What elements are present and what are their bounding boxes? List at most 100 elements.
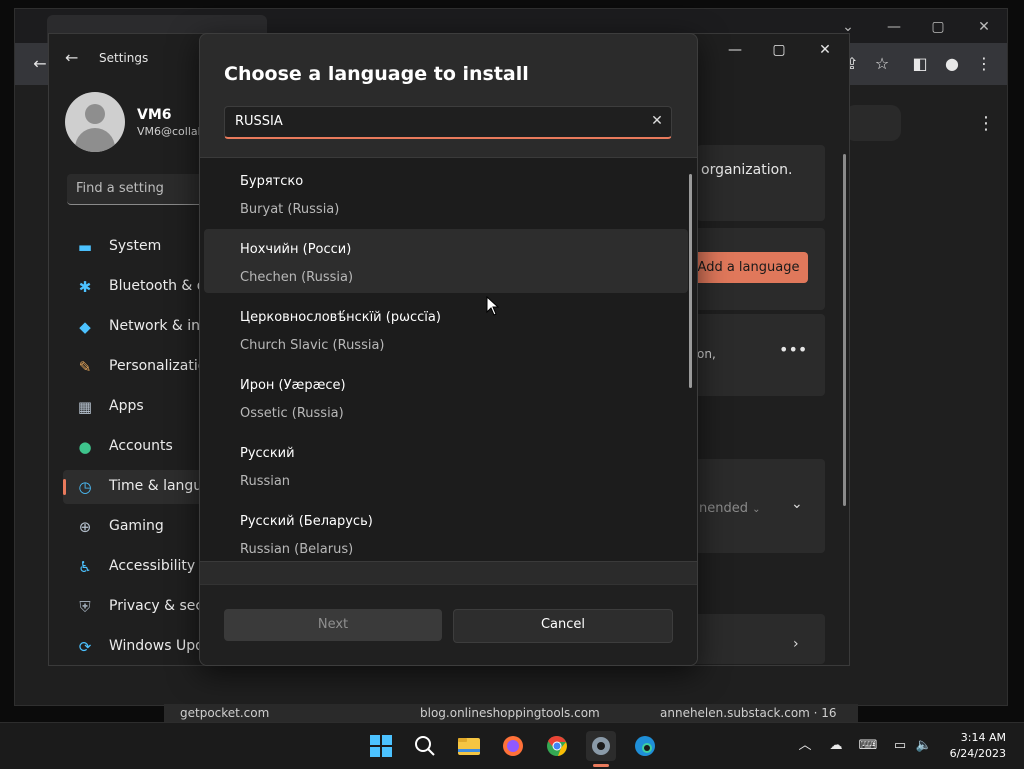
org-text: organization. <box>701 162 793 178</box>
list-item[interactable]: Русский (Беларусь) Russian (Belarus) <box>204 501 688 561</box>
sidebar-item-privacy[interactable]: ⛨ Privacy & secu <box>63 590 212 624</box>
windows-start-icon[interactable] <box>366 731 396 761</box>
keyboard-icon[interactable]: ⌨ <box>858 736 878 756</box>
settings-search-input[interactable]: Find a setting <box>67 174 219 205</box>
language-native-name: Бурятско <box>240 174 304 189</box>
edge-icon[interactable] <box>630 731 660 761</box>
accessibility-icon: ♿ <box>78 558 92 576</box>
more-options-icon[interactable]: ••• <box>779 340 807 359</box>
chevron-down-icon: ⌄ <box>752 504 761 515</box>
expand-chevron-icon[interactable]: ⌄ <box>791 496 803 512</box>
side-panel-icon[interactable]: ◧ <box>909 53 931 75</box>
sidebar-item-label: Windows Upda <box>109 638 213 654</box>
close-icon[interactable]: ✕ <box>969 17 999 37</box>
language-english-name: Russian (Belarus) <box>240 542 354 557</box>
recommended-select[interactable]: nended ⌄ <box>695 496 781 522</box>
network-status-icon[interactable]: ▭ <box>890 736 910 756</box>
back-arrow-icon[interactable]: ← <box>65 48 78 67</box>
window-title: Settings <box>99 51 149 65</box>
close-icon[interactable]: ✕ <box>805 40 845 60</box>
time-language-icon: ◷ <box>78 478 92 496</box>
list-item[interactable]: Русский Russian <box>204 433 688 497</box>
cancel-button[interactable]: Cancel <box>453 609 673 643</box>
maximize-icon[interactable]: ▢ <box>759 40 799 60</box>
sidebar-item-label: Time & langua <box>109 478 211 494</box>
network-icon: ◆ <box>79 318 91 336</box>
link-item[interactable]: annehelen.substack.com · 16 <box>660 706 837 720</box>
sidebar-item-label: Accounts <box>109 438 173 454</box>
sidebar-item-apps[interactable]: ▦ Apps <box>63 390 203 424</box>
list-item[interactable]: Бурятско Buryat (Russia) <box>204 161 688 225</box>
link-item[interactable]: getpocket.com <box>180 706 269 720</box>
bluetooth-icon: ✱ <box>78 278 92 296</box>
card-text: on, <box>697 347 716 361</box>
sidebar-item-label: Apps <box>109 398 144 414</box>
list-item[interactable]: Нохчийн (Росси) Chechen (Russia) <box>204 229 688 293</box>
personalization-icon: ✎ <box>78 358 92 376</box>
scrollbar[interactable] <box>843 154 846 506</box>
sidebar-item-label: Privacy & secu <box>109 598 212 614</box>
sidebar-item-accessibility[interactable]: ♿ Accessibility <box>63 550 203 584</box>
file-explorer-icon[interactable] <box>454 731 484 761</box>
minimize-icon[interactable]: — <box>879 17 909 37</box>
sidebar-item-system[interactable]: ▬ System <box>63 230 203 264</box>
clear-icon[interactable]: ✕ <box>647 110 667 132</box>
system-icon: ▬ <box>77 238 93 256</box>
language-english-name: Buryat (Russia) <box>240 202 340 217</box>
accounts-icon: ● <box>78 438 92 456</box>
language-english-name: Russian <box>240 474 291 489</box>
clock-time[interactable]: 3:14 AM <box>950 731 1006 744</box>
page-more-icon[interactable]: ⋮ <box>977 113 995 134</box>
selected-indicator <box>63 479 66 495</box>
avatar[interactable] <box>65 92 125 152</box>
sidebar-item-network[interactable]: ◆ Network & inte <box>63 310 214 344</box>
gaming-icon: ⊕ <box>78 518 92 536</box>
link-item[interactable]: blog.onlineshoppingtools.com <box>420 706 600 720</box>
sidebar-item-personalization[interactable]: ✎ Personalization <box>63 350 215 384</box>
search-value: RUSSIA <box>235 114 283 129</box>
chevron-right-icon[interactable]: › <box>793 636 799 652</box>
language-english-name: Ossetic (Russia) <box>240 406 344 421</box>
chrome-icon[interactable] <box>542 731 572 761</box>
taskbar: ︿ ☁ ⌨ ▭ 🔈 3:14 AM 6/24/2023 <box>0 722 1024 769</box>
dialog-title: Choose a language to install <box>224 63 529 85</box>
add-language-button[interactable]: Add a language <box>689 252 808 283</box>
sidebar-item-time-language[interactable]: ◷ Time & langua <box>63 470 211 504</box>
active-app-indicator <box>593 764 609 767</box>
volume-icon[interactable]: 🔈 <box>914 736 934 756</box>
browser-page-pill <box>845 105 901 141</box>
mouse-cursor-icon <box>486 296 500 316</box>
list-item[interactable]: Ирон (Уæрæсе) Ossetic (Russia) <box>204 365 688 429</box>
language-search-input[interactable]: RUSSIA ✕ <box>224 106 672 139</box>
language-native-name: Нохчийн (Росси) <box>240 242 352 257</box>
maximize-icon[interactable]: ▢ <box>923 17 953 37</box>
browser-link-bar: getpocket.com blog.onlineshoppingtools.c… <box>164 704 858 722</box>
language-english-name: Church Slavic (Russia) <box>240 338 385 353</box>
user-email: VM6@collab <box>137 125 199 138</box>
clock-date[interactable]: 6/24/2023 <box>940 747 1006 760</box>
sidebar-item-gaming[interactable]: ⊕ Gaming <box>63 510 203 544</box>
dialog-footer: Next Cancel <box>200 584 697 665</box>
sidebar-item-accounts[interactable]: ● Accounts <box>63 430 203 464</box>
bookmark-star-icon[interactable]: ☆ <box>871 53 893 75</box>
next-button[interactable]: Next <box>224 609 442 641</box>
firefox-icon[interactable] <box>498 731 528 761</box>
language-list: Бурятско Buryat (Russia) Нохчийн (Росси)… <box>200 157 697 562</box>
profile-icon[interactable]: ● <box>941 53 963 75</box>
windows-update-icon: ⟳ <box>78 638 92 656</box>
cloud-off-icon[interactable]: ☁ <box>826 736 846 756</box>
language-native-name: Ирон (Уæрæсе) <box>240 378 346 393</box>
user-name: VM6 <box>137 107 172 123</box>
list-item[interactable]: Церковнословѣ́нскїй (рѡссїа) Church Slav… <box>204 297 688 361</box>
settings-icon[interactable] <box>586 731 616 761</box>
content-card[interactable] <box>689 614 825 664</box>
menu-kebab-icon[interactable]: ⋮ <box>973 53 995 75</box>
chevron-up-icon[interactable]: ︿ <box>795 736 815 756</box>
search-icon[interactable] <box>410 731 440 761</box>
sidebar-item-bluetooth[interactable]: ✱ Bluetooth & de <box>63 270 215 304</box>
sidebar-item-windows-update[interactable]: ⟳ Windows Upda <box>63 630 213 664</box>
choose-language-dialog: Choose a language to install RUSSIA ✕ Бу… <box>199 33 698 666</box>
minimize-icon[interactable]: — <box>715 40 755 60</box>
sidebar-item-label: Accessibility <box>109 558 196 574</box>
list-scrollbar[interactable] <box>689 174 692 388</box>
